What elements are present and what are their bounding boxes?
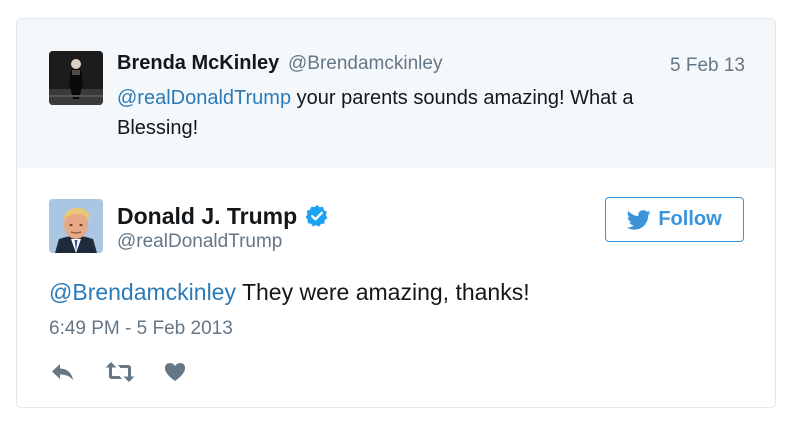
- parent-author-name[interactable]: Brenda McKinley: [117, 52, 279, 75]
- main-author-name[interactable]: Donald J. Trump: [117, 203, 297, 230]
- reply-icon[interactable]: [49, 362, 77, 382]
- main-author-avatar[interactable]: [49, 199, 103, 253]
- parent-tweet[interactable]: Brenda McKinley @Brendamckinley 5 Feb 13…: [17, 19, 775, 168]
- follow-button-label: Follow: [658, 208, 722, 230]
- parent-tweet-date[interactable]: 5 Feb 13: [670, 55, 745, 77]
- verified-badge-icon: [305, 204, 329, 228]
- main-author-name-row: Donald J. Trump: [117, 202, 329, 230]
- main-author-handle[interactable]: @realDonaldTrump: [117, 231, 282, 253]
- main-tweet-timestamp[interactable]: 6:49 PM - 5 Feb 2013: [49, 318, 233, 340]
- parent-author-handle[interactable]: @Brendamckinley: [288, 53, 442, 75]
- parent-author-avatar[interactable]: [49, 51, 103, 105]
- parent-tweet-text: @realDonaldTrump your parents sounds ama…: [117, 83, 707, 143]
- main-tweet-mention-link[interactable]: @Brendamckinley: [49, 279, 236, 305]
- main-tweet-text: @Brendamckinley They were amazing, thank…: [49, 279, 530, 306]
- retweet-icon[interactable]: [103, 361, 137, 383]
- twitter-bird-icon: [627, 209, 651, 230]
- parent-tweet-mention-link[interactable]: @realDonaldTrump: [117, 87, 291, 109]
- like-icon[interactable]: [163, 362, 187, 382]
- follow-button[interactable]: Follow: [605, 197, 744, 242]
- main-tweet-body: They were amazing, thanks!: [235, 279, 530, 305]
- embedded-tweet-card: Brenda McKinley @Brendamckinley 5 Feb 13…: [16, 18, 776, 408]
- tweet-actions: [49, 360, 187, 384]
